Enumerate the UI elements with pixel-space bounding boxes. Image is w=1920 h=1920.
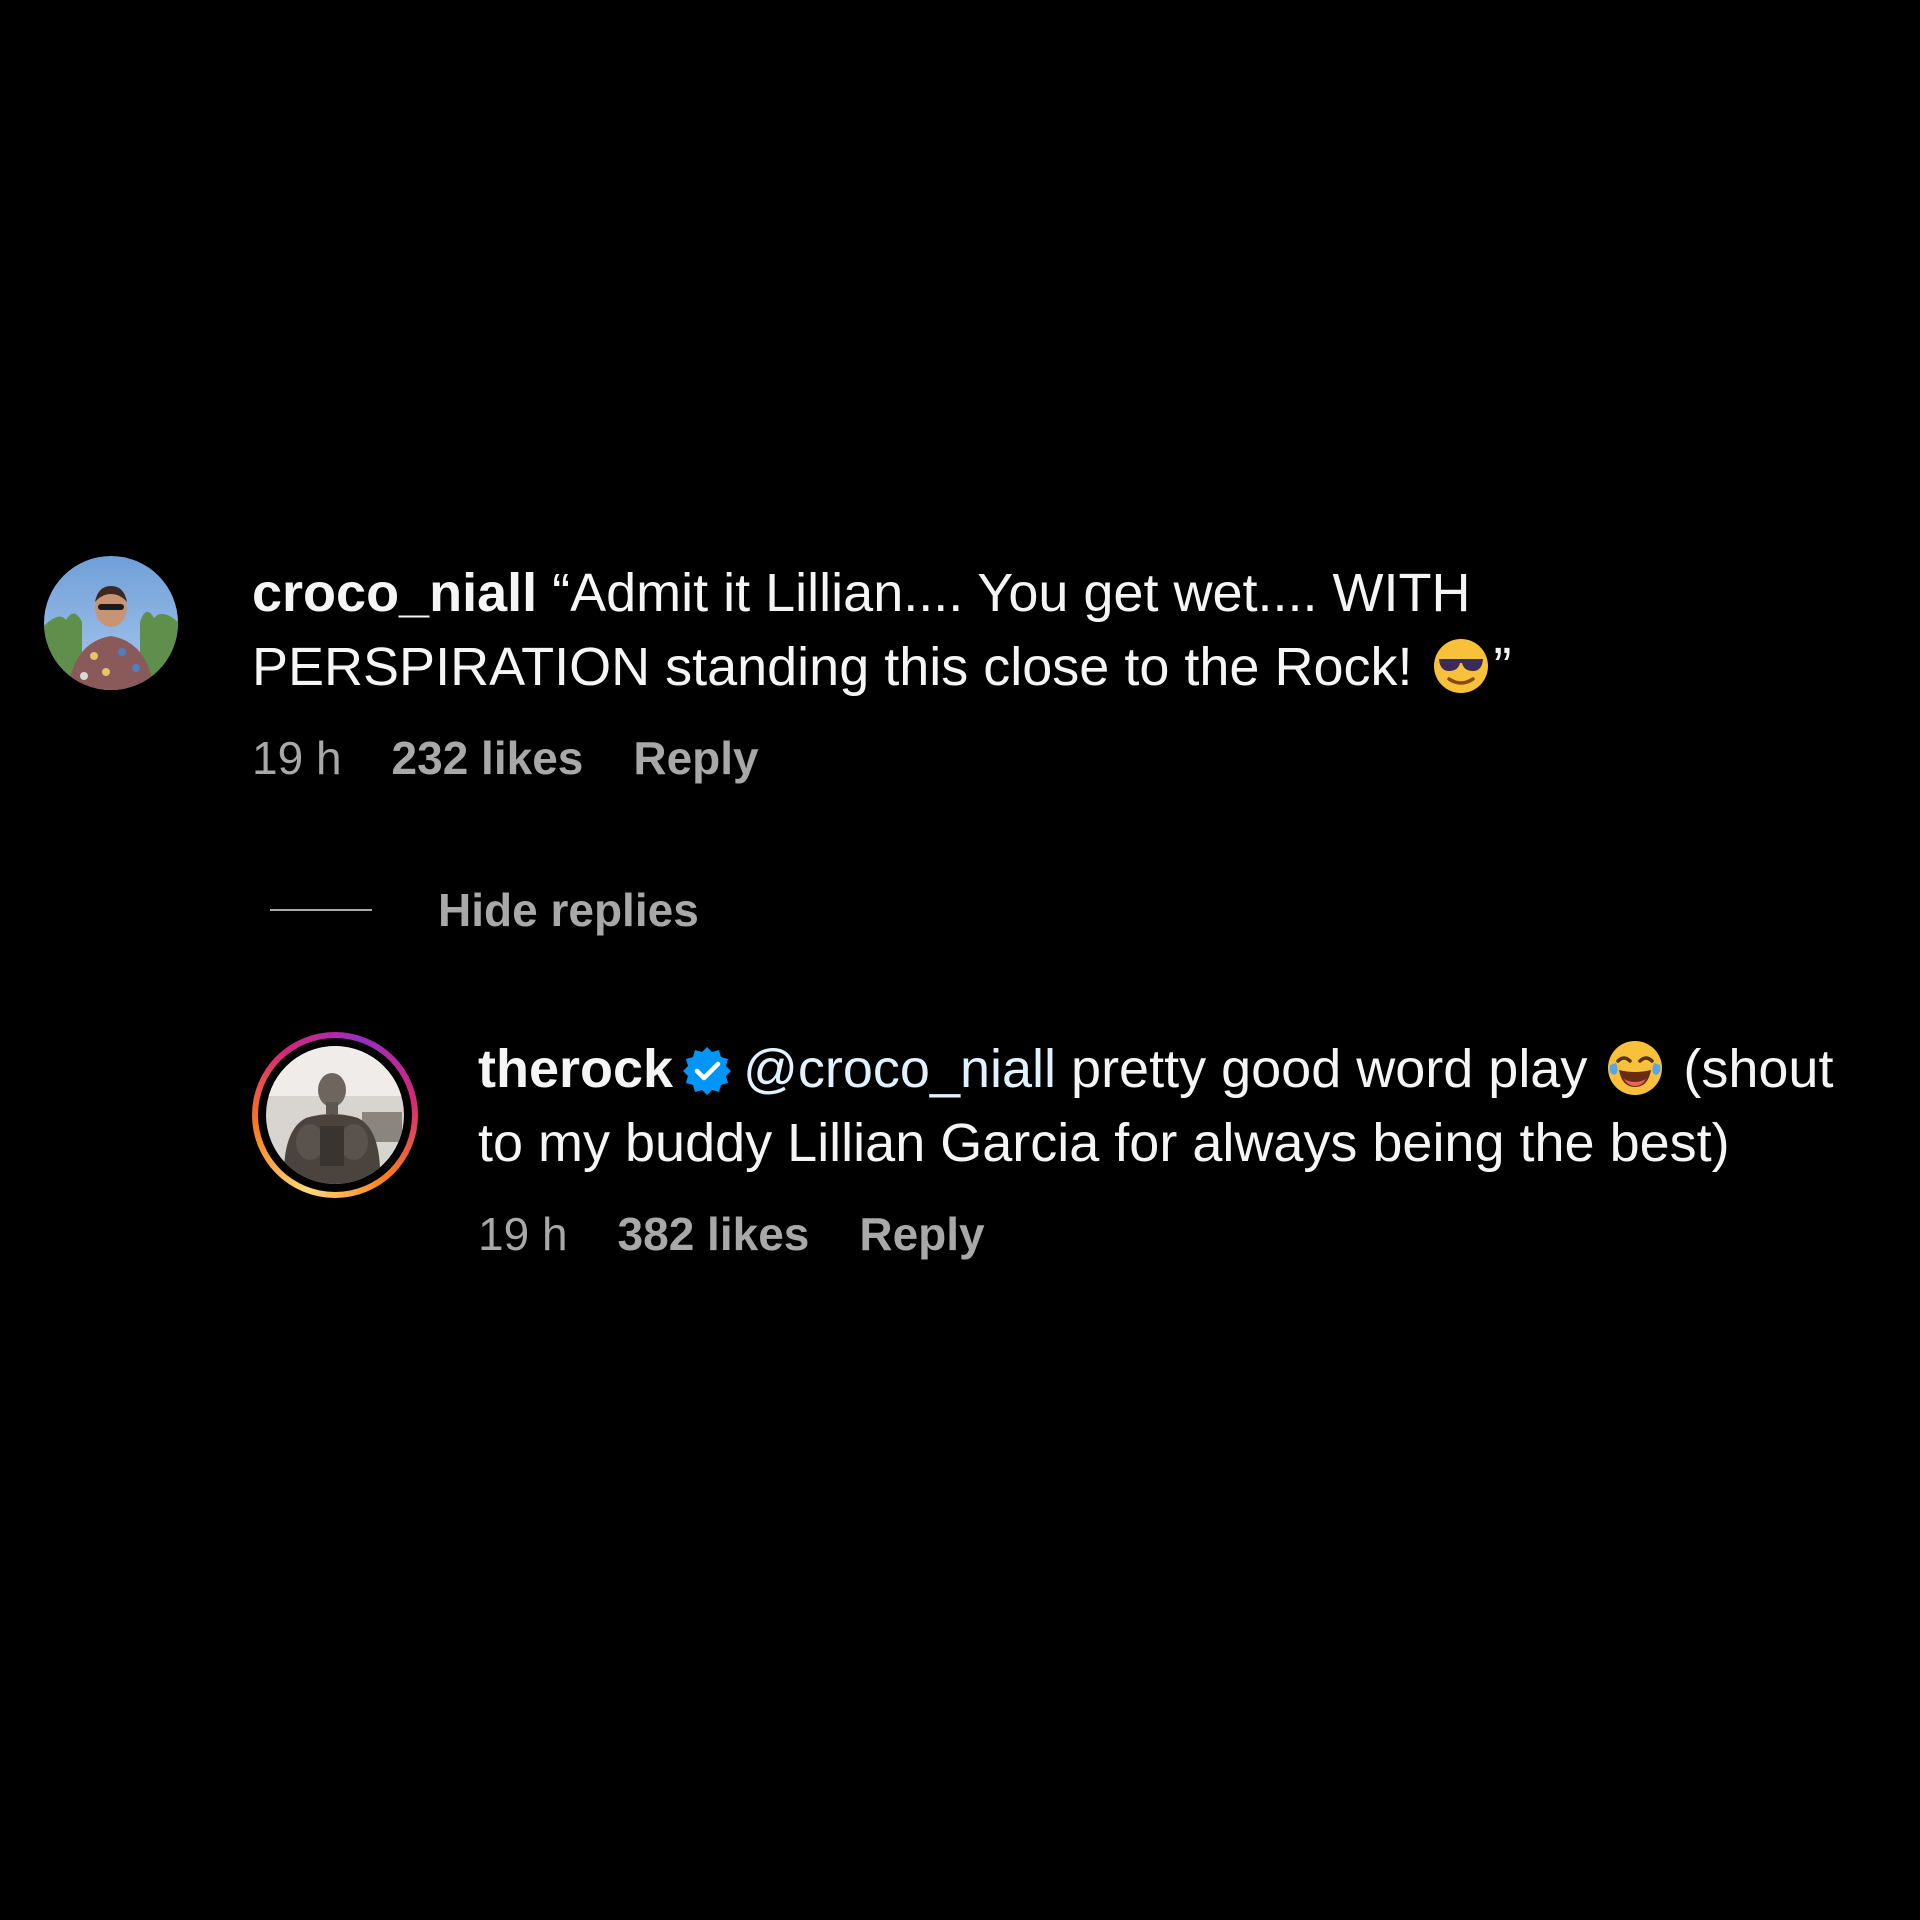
comment-meta: 19 h 232 likes Reply: [252, 728, 1652, 788]
likes-count[interactable]: 232 likes: [392, 728, 584, 788]
hide-replies-button[interactable]: Hide replies: [270, 880, 699, 940]
avatar[interactable]: [44, 556, 178, 690]
timestamp[interactable]: 19 h: [478, 1204, 568, 1264]
verified-badge-icon: [683, 1047, 732, 1095]
comment-body: croco_niall “Admit it Lillian.... You ge…: [252, 556, 1652, 788]
username[interactable]: croco_niall: [252, 563, 537, 623]
smiling-face-with-sunglasses-icon: [1433, 639, 1488, 693]
avatar[interactable]: [266, 1046, 404, 1184]
timestamp[interactable]: 19 h: [252, 728, 342, 788]
comment-text: croco_niall “Admit it Lillian.... You ge…: [252, 556, 1652, 704]
reply-button[interactable]: Reply: [859, 1204, 984, 1264]
reply-meta: 19 h 382 likes Reply: [478, 1204, 1892, 1264]
comment-closing-quote: ”: [1493, 637, 1512, 697]
likes-count[interactable]: 382 likes: [618, 1204, 810, 1264]
avatar-photo-icon: [266, 1046, 404, 1184]
reply-text: therock @croco_niall pretty good word pl…: [478, 1032, 1892, 1180]
hide-replies-label: Hide replies: [438, 884, 699, 936]
face-with-tears-of-joy-icon: [1608, 1041, 1663, 1095]
divider-line: [270, 909, 372, 911]
mention-link[interactable]: @croco_niall: [743, 1039, 1056, 1099]
reply-button[interactable]: Reply: [633, 728, 758, 788]
reply-body: therock @croco_niall pretty good word pl…: [478, 1032, 1892, 1264]
avatar-photo-icon: [44, 556, 178, 690]
username[interactable]: therock: [478, 1039, 673, 1099]
reply-message: pretty good word play: [1071, 1039, 1588, 1099]
